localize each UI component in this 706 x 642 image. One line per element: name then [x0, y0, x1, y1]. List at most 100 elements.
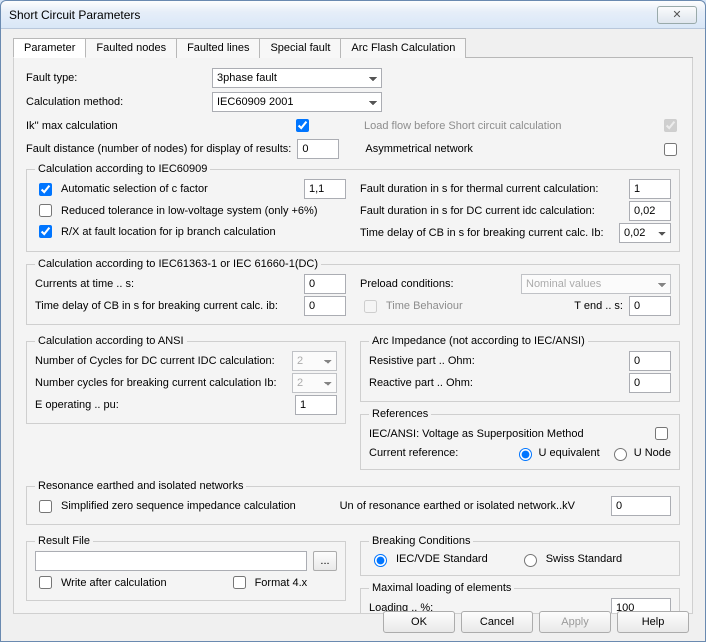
label-calc-method: Calculation method: — [26, 96, 206, 108]
input-un-resonance[interactable] — [611, 496, 671, 516]
label-write-after: Write after calculation — [61, 577, 167, 589]
legend-iec61363: Calculation according to IEC61363-1 or I… — [35, 258, 321, 270]
tab-faulted-lines[interactable]: Faulted lines — [176, 38, 260, 58]
ok-button[interactable]: OK — [383, 611, 455, 633]
label-rx-ip: R/X at fault location for ip branch calc… — [61, 226, 276, 238]
label-preload: Preload conditions: — [360, 278, 454, 290]
label-reduced-tol: Reduced tolerance in low-voltage system … — [61, 205, 318, 217]
check-format-4x[interactable] — [233, 576, 246, 589]
combo-cycles-idc: 2 — [292, 351, 337, 371]
group-iec61363: Calculation according to IEC61363-1 or I… — [26, 258, 680, 325]
label-simplified: Simplified zero sequence impedance calcu… — [61, 500, 296, 512]
label-fault-type: Fault type: — [26, 72, 206, 84]
input-e-op[interactable] — [295, 395, 337, 415]
input-fault-distance[interactable] — [297, 139, 339, 159]
input-arc-res[interactable] — [629, 351, 671, 371]
label-fault-dur-dc: Fault duration in s for DC current idc c… — [360, 205, 595, 217]
check-auto-c-factor[interactable] — [39, 183, 52, 196]
panel-parameter: Fault type: 3phase fault Calculation met… — [13, 58, 693, 614]
help-button[interactable]: Help — [617, 611, 689, 633]
tab-special-fault[interactable]: Special fault — [259, 38, 341, 58]
group-arc: Arc Impedance (not according to IEC/ANSI… — [360, 335, 680, 402]
combo-time-delay-cb[interactable]: 0,02 — [619, 223, 671, 243]
check-load-flow — [664, 119, 677, 132]
dialog-window: Short Circuit Parameters ✕ Parameter Fau… — [0, 0, 706, 642]
group-ansi: Calculation according to ANSI Number of … — [26, 335, 346, 424]
label-time-delay-cb: Time delay of CB in s for breaking curre… — [360, 227, 604, 239]
check-write-after[interactable] — [39, 576, 52, 589]
combo-preload: Nominal values — [521, 274, 671, 294]
label-arc-res: Resistive part .. Ohm: — [369, 355, 475, 367]
label-format-4x: Format 4.x — [255, 577, 308, 589]
radio-iec-vde[interactable] — [374, 554, 387, 567]
input-currents-time[interactable] — [304, 274, 346, 294]
label-t-end: T end .. s: — [574, 300, 623, 312]
input-fault-dur-thermal[interactable] — [629, 179, 671, 199]
label-iec-vde: IEC/VDE Standard — [396, 553, 488, 565]
apply-button: Apply — [539, 611, 611, 633]
legend-resonance: Resonance earthed and isolated networks — [35, 480, 246, 492]
tab-faulted-nodes[interactable]: Faulted nodes — [85, 38, 177, 58]
label-e-op: E operating .. pu: — [35, 399, 119, 411]
radio-u-node[interactable] — [614, 448, 627, 461]
browse-button[interactable]: ... — [313, 551, 337, 571]
check-ik-max[interactable] — [296, 119, 309, 132]
input-time-delay-cb-ib[interactable] — [304, 296, 346, 316]
label-swiss: Swiss Standard — [546, 553, 622, 565]
label-load-flow: Load flow before Short circuit calculati… — [364, 120, 562, 132]
legend-arc: Arc Impedance (not according to IEC/ANSI… — [369, 335, 588, 347]
legend-ansi: Calculation according to ANSI — [35, 335, 187, 347]
legend-result-file: Result File — [35, 535, 93, 547]
group-result-file: Result File ... Write after calculation … — [26, 535, 346, 601]
check-asym-network[interactable] — [664, 143, 677, 156]
legend-references: References — [369, 408, 431, 420]
check-rx-ip[interactable] — [39, 225, 52, 238]
combo-calc-method[interactable]: IEC60909 2001 — [212, 92, 382, 112]
input-arc-react[interactable] — [629, 373, 671, 393]
tab-parameter[interactable]: Parameter — [13, 38, 86, 58]
legend-max-loading: Maximal loading of elements — [369, 582, 514, 594]
group-breaking: Breaking Conditions IEC/VDE Standard Swi… — [360, 535, 680, 576]
group-references: References IEC/ANSI: Voltage as Superpos… — [360, 408, 680, 470]
radio-swiss[interactable] — [524, 554, 537, 567]
check-reduced-tol[interactable] — [39, 204, 52, 217]
input-result-file[interactable] — [35, 551, 307, 571]
label-asym-network: Asymmetrical network — [365, 143, 473, 155]
label-time-behaviour: Time Behaviour — [386, 300, 463, 312]
titlebar: Short Circuit Parameters ✕ — [1, 1, 705, 29]
label-fault-distance: Fault distance (number of nodes) for dis… — [26, 143, 291, 155]
close-button[interactable]: ✕ — [657, 6, 697, 24]
group-max-loading: Maximal loading of elements Loading .. %… — [360, 582, 680, 614]
label-cycles-idc: Number of Cycles for DC current IDC calc… — [35, 355, 275, 367]
tab-arc-flash[interactable]: Arc Flash Calculation — [340, 38, 466, 58]
group-iec60909: Calculation according to IEC60909 Automa… — [26, 163, 680, 252]
close-icon: ✕ — [672, 8, 681, 21]
combo-fault-type[interactable]: 3phase fault — [212, 68, 382, 88]
combo-cycles-ib: 2 — [292, 373, 337, 393]
legend-breaking: Breaking Conditions — [369, 535, 473, 547]
window-title: Short Circuit Parameters — [9, 8, 140, 22]
input-auto-c-val[interactable] — [304, 179, 346, 199]
check-simplified-zero-seq[interactable] — [39, 500, 52, 513]
radio-u-equivalent[interactable] — [519, 448, 532, 461]
label-arc-react: Reactive part .. Ohm: — [369, 377, 473, 389]
input-t-end[interactable] — [629, 296, 671, 316]
label-current-ref: Current reference: — [369, 447, 458, 459]
tabstrip: Parameter Faulted nodes Faulted lines Sp… — [13, 37, 693, 58]
check-superposition[interactable] — [655, 427, 668, 440]
legend-iec60909: Calculation according to IEC60909 — [35, 163, 210, 175]
label-ik-max: Ik'' max calculation — [26, 120, 286, 132]
input-fault-dur-dc[interactable] — [629, 201, 671, 221]
label-fault-dur-thermal: Fault duration in s for thermal current … — [360, 183, 598, 195]
label-u-node: U Node — [634, 447, 671, 459]
group-resonance: Resonance earthed and isolated networks … — [26, 480, 680, 525]
label-cycles-ib: Number cycles for breaking current calcu… — [35, 377, 277, 389]
client-area: Parameter Faulted nodes Faulted lines Sp… — [1, 29, 705, 622]
label-currents-time: Currents at time .. s: — [35, 278, 134, 290]
cancel-button[interactable]: Cancel — [461, 611, 533, 633]
check-time-behaviour — [364, 300, 377, 313]
label-time-delay-cb-ib: Time delay of CB in s for breaking curre… — [35, 300, 278, 312]
label-refs-note: IEC/ANSI: Voltage as Superposition Metho… — [369, 428, 584, 440]
button-bar: OK Cancel Apply Help — [383, 611, 689, 633]
label-u-equivalent: U equivalent — [539, 447, 600, 459]
